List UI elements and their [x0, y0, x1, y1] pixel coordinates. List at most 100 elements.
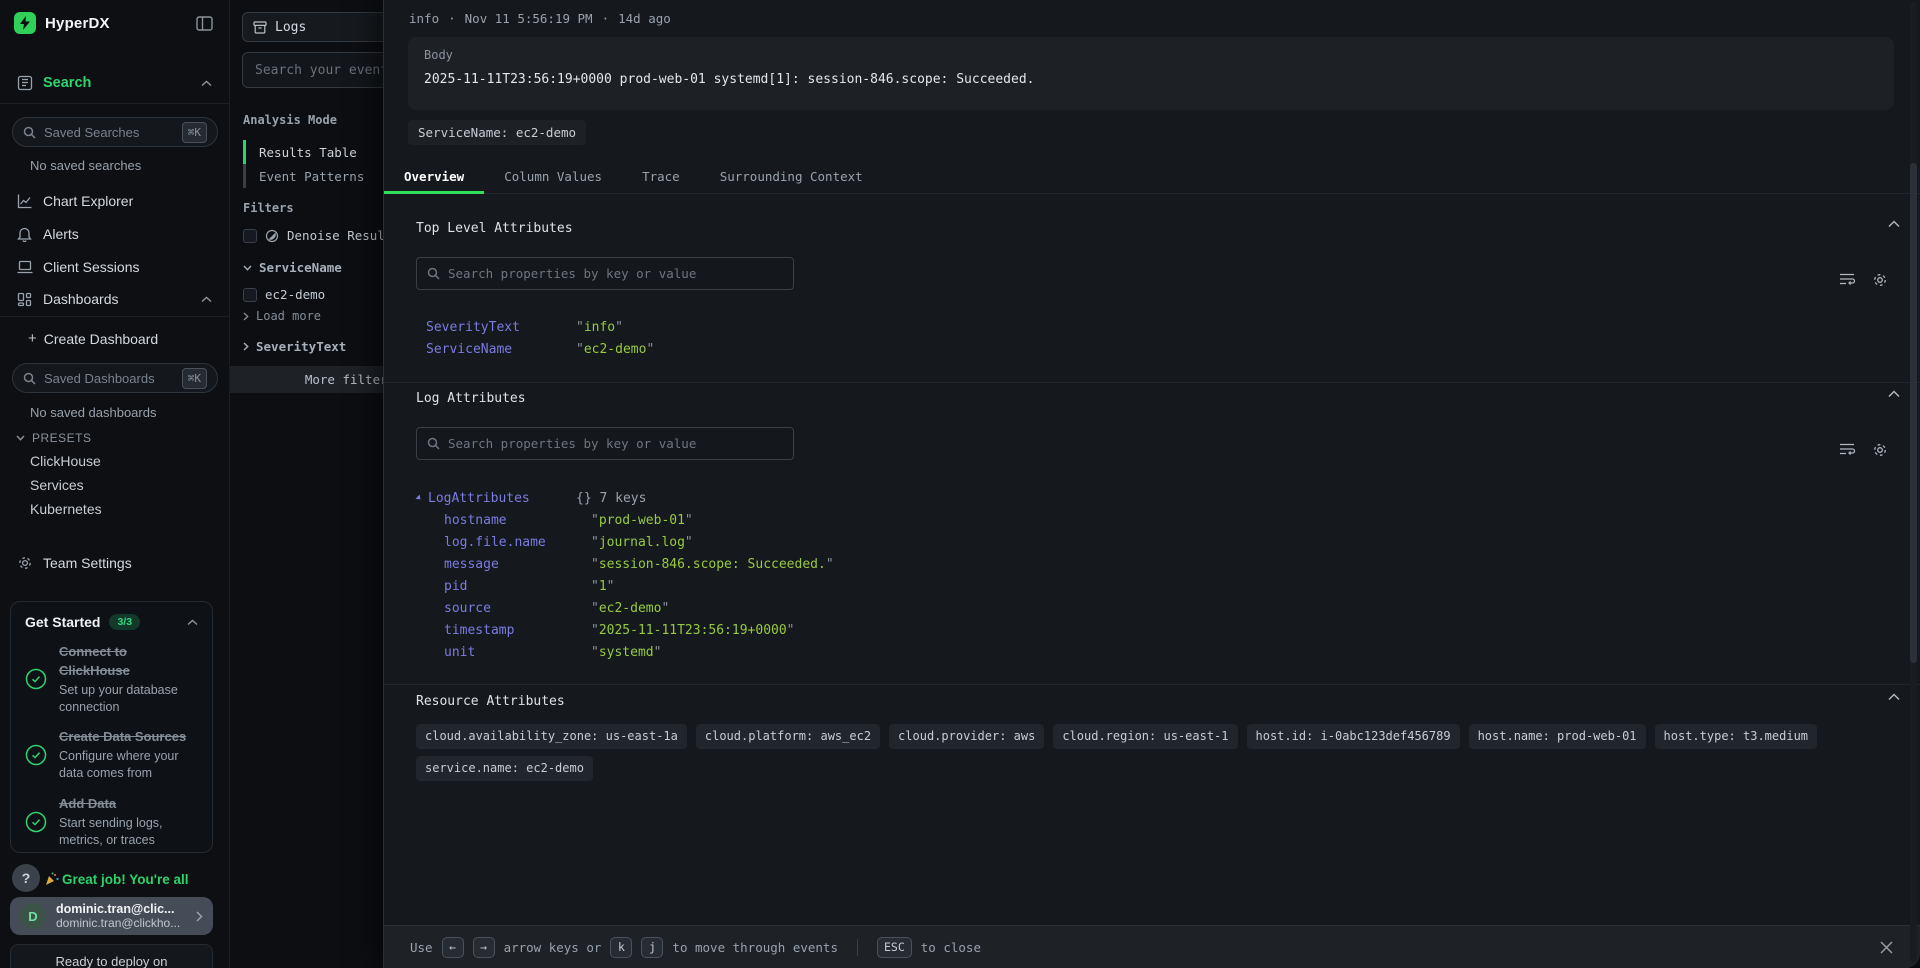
resource-chip[interactable]: cloud.platform: aws_ec2	[696, 724, 880, 749]
attribute-value[interactable]: ec2-demo	[576, 342, 654, 357]
severity-text: info	[409, 11, 439, 26]
attribute-row: log.file.name journal.log	[384, 535, 1920, 557]
attribute-value[interactable]: journal.log	[591, 535, 693, 550]
preset-clickhouse[interactable]: ClickHouse	[30, 453, 101, 469]
attribute-key[interactable]: source	[444, 601, 491, 616]
attribute-key[interactable]: pid	[444, 579, 467, 594]
resource-chip[interactable]: cloud.provider: aws	[889, 724, 1044, 749]
user-menu[interactable]: D dominic.tran@clic... dominic.tran@clic…	[10, 897, 213, 935]
attribute-key[interactable]: message	[444, 557, 499, 572]
footer-text: Use	[410, 940, 433, 955]
checkbox[interactable]	[243, 288, 257, 302]
sidebar-item-alerts[interactable]: Alerts	[0, 221, 230, 247]
attribute-value[interactable]: 2025-11-11T23:56:19+0000	[591, 623, 795, 638]
arrow-right-key[interactable]: →	[473, 937, 495, 958]
filter-group-servicename[interactable]: ServiceName	[243, 260, 342, 275]
denoise-toggle[interactable]: Denoise Results	[243, 228, 383, 243]
checkbox[interactable]	[243, 229, 257, 243]
filter-value-label: ec2-demo	[265, 287, 325, 302]
attribute-value[interactable]: 1	[591, 579, 614, 594]
collapse-section-icon[interactable]	[1888, 220, 1900, 228]
wrap-lines-icon[interactable]	[1839, 442, 1856, 458]
tree-expand-icon[interactable]	[415, 494, 422, 501]
attribute-value[interactable]: session-846.scope: Succeeded.	[591, 557, 834, 572]
saved-searches-input[interactable]: Saved Searches ⌘K	[12, 117, 218, 147]
section-toolbar	[1839, 442, 1888, 458]
wrap-lines-icon[interactable]	[1839, 272, 1856, 288]
celebration-text: Great job! You're all	[62, 872, 189, 887]
mode-event-patterns[interactable]: Event Patterns	[243, 164, 364, 188]
attribute-key[interactable]: SeverityText	[426, 320, 520, 335]
sidebar-item-search[interactable]: Search	[0, 70, 230, 96]
attribute-value[interactable]: prod-web-01	[591, 513, 693, 528]
attribute-key[interactable]: unit	[444, 645, 475, 660]
get-started-card: Get Started 3/3 Connect to ClickHouse Se…	[10, 601, 213, 853]
step-desc: Configure where your data comes from	[59, 748, 193, 782]
get-started-step[interactable]: Connect to ClickHouse Set up your databa…	[25, 643, 198, 715]
collapse-section-icon[interactable]	[1888, 693, 1900, 701]
attribute-key[interactable]: timestamp	[444, 623, 514, 638]
top-level-search-input[interactable]	[448, 266, 783, 281]
resource-chip[interactable]: host.name: prod-web-01	[1469, 724, 1646, 749]
sidebar-item-label: Chart Explorer	[43, 193, 133, 209]
create-dashboard-button[interactable]: + Create Dashboard	[28, 330, 158, 347]
log-attributes-search-input[interactable]	[448, 436, 783, 451]
load-more-label: Load more	[256, 309, 321, 323]
preset-kubernetes[interactable]: Kubernetes	[30, 501, 102, 517]
close-icon[interactable]	[1879, 940, 1894, 955]
sidebar-item-dashboards[interactable]: Dashboards	[0, 286, 230, 312]
event-header: info · Nov 11 5:56:19 PM · 14d ago	[409, 11, 671, 26]
more-filters-button[interactable]: More filters	[230, 366, 383, 393]
arrow-left-key[interactable]: ←	[442, 937, 464, 958]
tab-column-values[interactable]: Column Values	[484, 160, 622, 193]
get-started-step[interactable]: Create Data Sources Configure where your…	[25, 728, 198, 782]
service-name-chip[interactable]: ServiceName: ec2-demo	[408, 120, 586, 145]
deploy-note: Ready to deploy on	[10, 944, 213, 968]
attribute-value[interactable]: systemd	[591, 645, 661, 660]
attribute-value[interactable]: info	[576, 320, 623, 335]
filter-group-severitytext[interactable]: SeverityText	[243, 339, 346, 354]
top-level-search[interactable]	[416, 257, 794, 290]
preset-services[interactable]: Services	[30, 477, 84, 493]
attribute-key[interactable]: log.file.name	[444, 535, 546, 550]
collapse-sidebar-icon[interactable]	[196, 16, 213, 31]
tab-trace[interactable]: Trace	[622, 160, 700, 193]
event-search-input[interactable]	[242, 52, 383, 88]
step-desc: Set up your database connection	[59, 682, 193, 716]
event-body-box[interactable]: Body 2025-11-11T23:56:19+0000 prod-web-0…	[408, 37, 1894, 110]
resource-chip[interactable]: host.id: i-0abc123def456789	[1247, 724, 1460, 749]
k-key[interactable]: k	[610, 937, 632, 958]
brand-logo[interactable]: HyperDX	[14, 12, 110, 34]
filter-value-ec2-demo[interactable]: ec2-demo	[243, 287, 325, 302]
sidebar-item-team-settings[interactable]: Team Settings	[0, 550, 230, 576]
settings-gear-icon[interactable]	[1872, 272, 1888, 288]
tab-overview[interactable]: Overview	[384, 160, 484, 193]
attribute-key[interactable]: LogAttributes	[428, 491, 530, 506]
sidebar-item-client-sessions[interactable]: Client Sessions	[0, 254, 230, 280]
get-started-step[interactable]: Add Data Start sending logs, metrics, or…	[25, 795, 198, 849]
attribute-key[interactable]: hostname	[444, 513, 507, 528]
denoise-label: Denoise Results	[287, 228, 383, 243]
chevron-up-icon[interactable]	[187, 619, 198, 626]
tab-surrounding-context[interactable]: Surrounding Context	[700, 160, 883, 193]
log-attributes-search[interactable]	[416, 427, 794, 460]
settings-gear-icon[interactable]	[1872, 442, 1888, 458]
load-more-button[interactable]: Load more	[243, 309, 321, 323]
mode-results-table[interactable]: Results Table	[243, 140, 357, 164]
j-key[interactable]: j	[641, 937, 663, 958]
help-button[interactable]: ?	[12, 864, 40, 892]
resource-chip[interactable]: cloud.availability_zone: us-east-1a	[416, 724, 687, 749]
scrollbar-thumb[interactable]	[1910, 163, 1917, 663]
sidebar-item-chart-explorer[interactable]: Chart Explorer	[0, 188, 230, 214]
resource-chip[interactable]: service.name: ec2-demo	[416, 756, 593, 781]
source-select[interactable]: Logs	[242, 12, 383, 42]
esc-key[interactable]: ESC	[877, 937, 912, 958]
get-started-title: Get Started	[25, 614, 100, 630]
attribute-value[interactable]: ec2-demo	[591, 601, 669, 616]
resource-chip[interactable]: host.type: t3.medium	[1655, 724, 1818, 749]
resource-chip[interactable]: cloud.region: us-east-1	[1053, 724, 1237, 749]
attribute-key[interactable]: ServiceName	[426, 342, 512, 357]
collapse-section-icon[interactable]	[1888, 390, 1900, 398]
saved-dashboards-input[interactable]: Saved Dashboards ⌘K	[12, 363, 218, 393]
presets-toggle[interactable]: PRESETS	[16, 431, 92, 445]
